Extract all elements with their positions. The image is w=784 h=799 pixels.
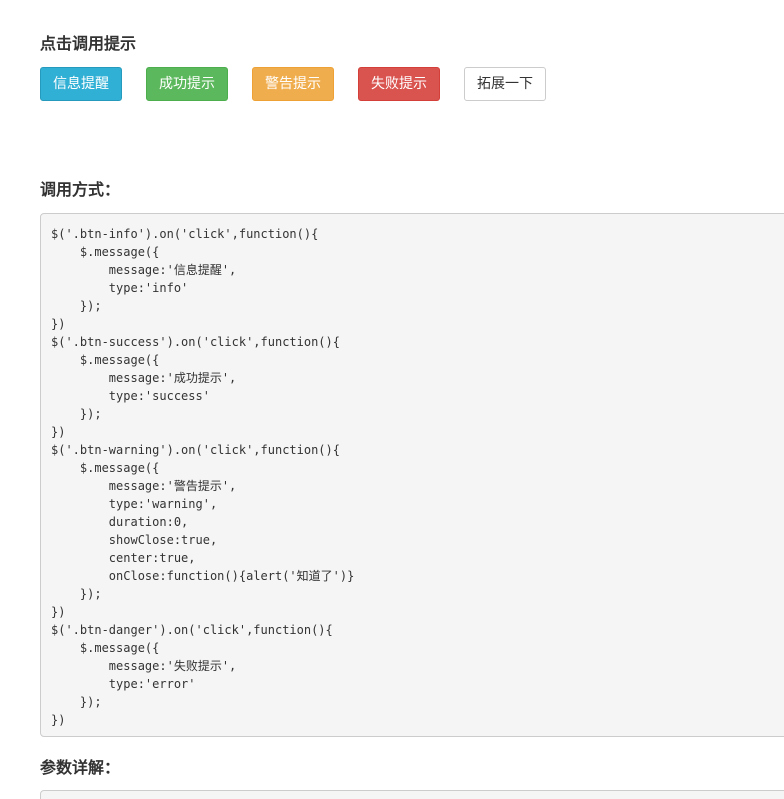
code-line: $('.btn-warning').on('click',function(){ (51, 443, 340, 457)
code-line: }); (51, 587, 102, 601)
code-line: $('.btn-info').on('click',function(){ (51, 227, 319, 241)
code-line: duration:0, (51, 515, 189, 529)
code-line: type:'error' (51, 677, 196, 691)
success-button[interactable]: 成功提示 (146, 67, 228, 101)
code-line: onClose:function(){alert('知道了')} (51, 569, 355, 583)
code-line: showClose:true, (51, 533, 218, 547)
code-line: }) (51, 425, 66, 439)
code-line: $.message({ (51, 641, 160, 655)
demo-section-title: 点击调用提示 (40, 36, 137, 53)
usage-section-title: 调用方式： (40, 182, 121, 199)
code-line: message:'警告提示', (51, 479, 237, 493)
code-line: message:'成功提示', (51, 371, 237, 385)
danger-button[interactable]: 失败提示 (358, 67, 440, 101)
code-line: $.message({ (51, 353, 160, 367)
code-line: type:'info' (51, 281, 189, 295)
code-line: }); (51, 695, 102, 709)
info-button[interactable]: 信息提醒 (40, 67, 122, 101)
code-line: message:'信息提醒', (51, 263, 237, 277)
code-line: type:'warning', (51, 497, 218, 511)
code-line: }); (51, 407, 102, 421)
code-line: $.message({ (51, 245, 160, 259)
code-line: $.message({ (51, 461, 160, 475)
code-line: }); (51, 299, 102, 313)
code-line: }) (51, 605, 66, 619)
code-line: message:'失败提示', (51, 659, 237, 673)
code-line: type:'success' (51, 389, 210, 403)
code-line: }) (51, 317, 66, 331)
params-code-block (40, 790, 784, 799)
code-line: }) (51, 713, 66, 727)
code-line: center:true, (51, 551, 196, 565)
params-section-title: 参数详解： (40, 760, 121, 777)
extend-button[interactable]: 拓展一下 (464, 67, 546, 101)
code-line: $('.btn-success').on('click',function(){ (51, 335, 340, 349)
code-line: $('.btn-danger').on('click',function(){ (51, 623, 333, 637)
warning-button[interactable]: 警告提示 (252, 67, 334, 101)
page: 点击调用提示 信息提醒 成功提示 警告提示 失败提示 拓展一下 调用方式： $(… (0, 0, 784, 799)
usage-code-block: $('.btn-info').on('click',function(){ $.… (40, 213, 784, 737)
